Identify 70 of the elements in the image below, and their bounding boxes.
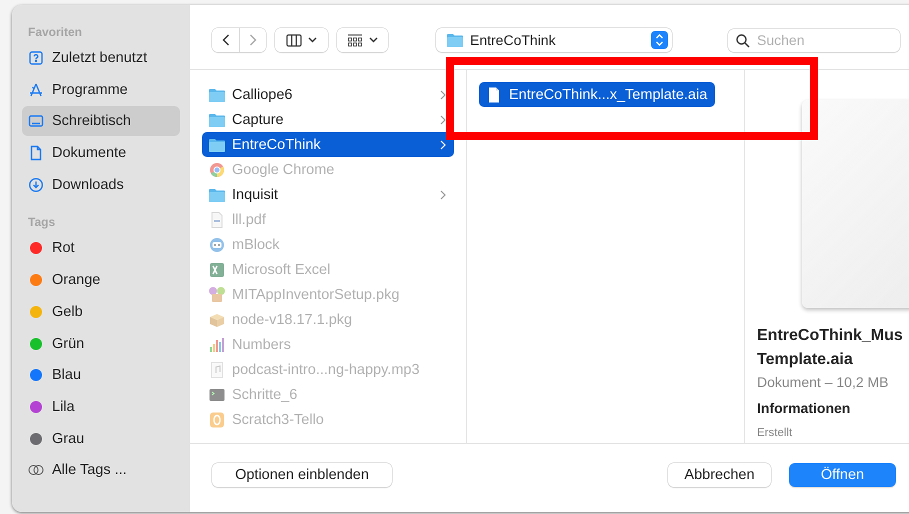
file-row[interactable]: Capture — [202, 107, 454, 132]
grid-icon — [347, 34, 363, 46]
file-name: podcast-intro...ng-happy.mp3 — [232, 362, 421, 378]
file-name: node-v18.17.1.pkg — [232, 312, 354, 328]
field-label: Erstellt — [757, 427, 794, 439]
search-icon — [736, 34, 750, 48]
tag-item[interactable]: Orange — [22, 265, 180, 296]
download-icon — [28, 176, 44, 193]
robot-icon — [208, 236, 226, 254]
tag-item[interactable]: Blau — [22, 360, 180, 390]
file-title: EntreCoThink_Mus — [757, 326, 904, 346]
column-view-button[interactable] — [275, 28, 328, 52]
file-info: Dokument – 10,2 MB — [757, 374, 890, 390]
file-name: MITAppInventorSetup.pkg — [232, 286, 400, 302]
tag-item[interactable]: Gelb — [22, 296, 180, 327]
tag-item[interactable]: Rot — [22, 233, 180, 264]
back-icon — [222, 34, 230, 46]
file-name: EntreCoThink...x_Template.aia — [509, 86, 708, 102]
stepper-icon — [651, 31, 668, 49]
bar-chart-icon — [208, 336, 226, 354]
file-name: EntreCoThink — [232, 136, 322, 152]
path-popup[interactable]: EntreCoThink — [436, 28, 672, 52]
music-file-icon — [208, 360, 226, 378]
back-button[interactable] — [212, 28, 239, 52]
tag-item[interactable]: Grün — [22, 328, 180, 358]
file-row[interactable]: EntreCoThink — [202, 132, 454, 157]
apps-icon — [28, 82, 44, 98]
forward-icon — [249, 34, 257, 46]
tags-icon — [28, 464, 44, 476]
file-row[interactable]: EntreCoThink...x_Template.aia — [479, 82, 716, 107]
sidebar-item[interactable]: Downloads — [22, 170, 180, 200]
app-icon — [208, 410, 226, 428]
file-name: Capture — [232, 112, 285, 128]
primary-button[interactable]: Öffnen — [789, 463, 896, 487]
file-name: Google Chrome — [232, 162, 336, 178]
question-icon — [28, 50, 44, 66]
file-name: Calliope6 — [232, 86, 294, 102]
file-name: Scratch3-Tello — [232, 412, 325, 428]
document-icon — [28, 145, 44, 162]
file-name: Schritte_6 — [232, 386, 298, 402]
sidebar-item[interactable]: Dokumente — [22, 138, 180, 168]
file-row[interactable]: Calliope6 — [202, 82, 454, 107]
group-button[interactable] — [337, 28, 388, 52]
file-name: Microsoft Excel — [232, 262, 332, 278]
spreadsheet-icon — [208, 260, 226, 278]
section-title: Favoriten — [28, 25, 82, 39]
file-row[interactable]: Inquisit — [202, 182, 454, 207]
file-title: Template.aia — [757, 350, 854, 370]
section-title: Tags — [28, 215, 56, 230]
sidebar-item[interactable]: Programme — [22, 74, 180, 105]
tag-item[interactable]: Lila — [22, 392, 180, 422]
columns-icon — [286, 34, 302, 46]
search-field[interactable]: Suchen — [728, 28, 900, 52]
caret-icon — [369, 37, 378, 43]
package-icon — [208, 286, 226, 304]
desktop-icon — [28, 113, 44, 130]
tag-item[interactable]: Grau — [22, 424, 180, 454]
section-heading: Informationen — [757, 400, 852, 416]
dialog-button[interactable]: Abbrechen — [668, 463, 771, 487]
sidebar-item[interactable]: Schreibtisch — [22, 106, 180, 136]
caret-icon — [308, 37, 317, 43]
sidebar-item[interactable]: Zuletzt benutzt — [22, 43, 180, 73]
dialog-button[interactable]: Optionen einblenden — [212, 463, 392, 487]
file-name: Inquisit — [232, 186, 279, 202]
browser-icon — [208, 160, 226, 178]
file-name: lll.pdf — [232, 212, 267, 228]
all-tags-item[interactable]: Alle Tags ... — [22, 455, 180, 486]
file-name: mBlock — [232, 236, 281, 252]
file-name: Numbers — [232, 336, 292, 352]
folder-icon — [446, 31, 464, 49]
